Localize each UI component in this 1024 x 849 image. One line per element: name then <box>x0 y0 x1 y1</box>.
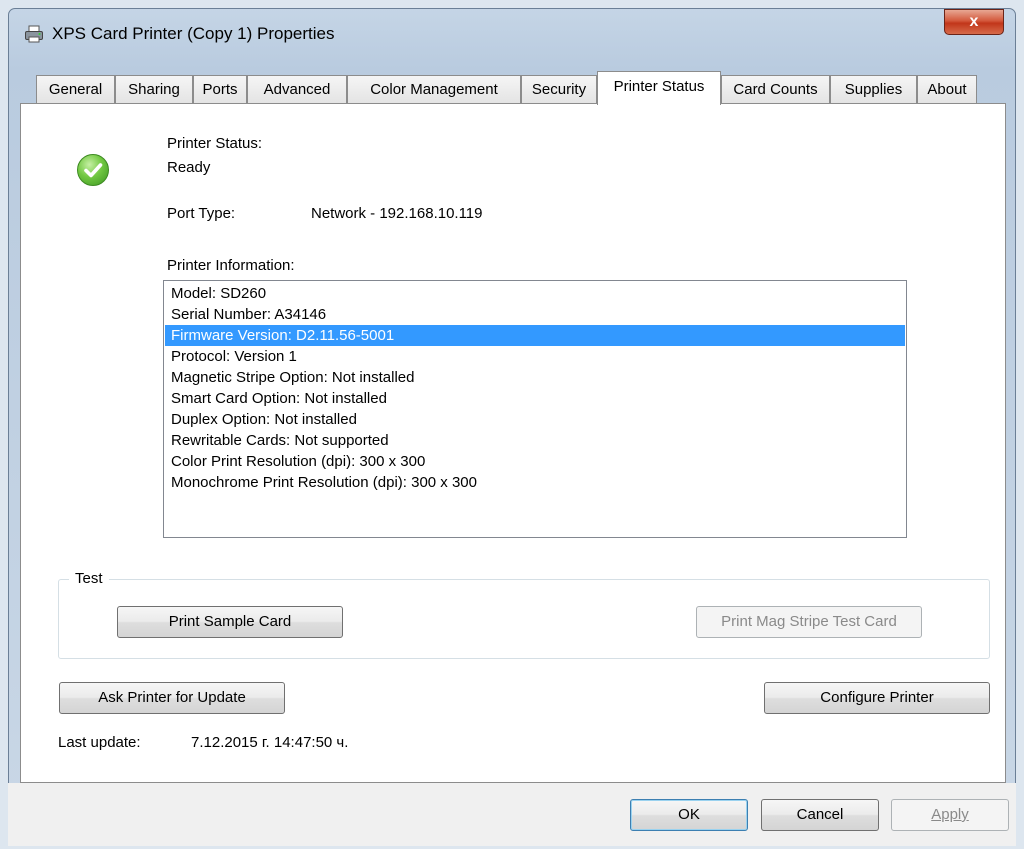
print-sample-card-button[interactable]: Print Sample Card <box>117 606 343 638</box>
last-update-label: Last update: <box>58 734 141 751</box>
print-mag-stripe-test-card-button[interactable]: Print Mag Stripe Test Card <box>696 606 922 638</box>
list-item[interactable]: Duplex Option: Not installed <box>165 409 905 430</box>
test-group-label: Test <box>69 570 109 588</box>
printer-information-label: Printer Information: <box>167 257 295 274</box>
list-item[interactable]: Serial Number: A34146 <box>165 304 905 325</box>
list-item-selected[interactable]: Firmware Version: D2.11.56-5001 <box>165 325 905 346</box>
check-circle-icon <box>77 154 109 186</box>
configure-printer-button[interactable]: Configure Printer <box>764 682 990 714</box>
list-item[interactable]: Color Print Resolution (dpi): 300 x 300 <box>165 451 905 472</box>
port-type-label: Port Type: <box>167 205 236 222</box>
printer-status-label: Printer Status: <box>167 135 263 152</box>
last-update-value: 7.12.2015 г. 14:47:50 ч. <box>191 734 349 751</box>
list-item[interactable]: Magnetic Stripe Option: Not installed <box>165 367 905 388</box>
list-item[interactable]: Monochrome Print Resolution (dpi): 300 x… <box>165 472 905 493</box>
list-item[interactable]: Smart Card Option: Not installed <box>165 388 905 409</box>
printer-status-value: Ready <box>167 159 211 176</box>
ask-printer-for-update-button[interactable]: Ask Printer for Update <box>59 682 285 714</box>
list-item[interactable]: Rewritable Cards: Not supported <box>165 430 905 451</box>
printer-information-listbox[interactable]: Model: SD260 Serial Number: A34146 Firmw… <box>163 280 907 538</box>
list-item[interactable]: Model: SD260 <box>165 283 905 304</box>
list-item[interactable]: Protocol: Version 1 <box>165 346 905 367</box>
printer-status-panel: Printer Status: Ready Port Type: Network… <box>20 103 1006 783</box>
port-type-value: Network - 192.168.10.119 <box>311 205 483 222</box>
tab-printer-status[interactable]: Printer Status <box>597 71 721 105</box>
